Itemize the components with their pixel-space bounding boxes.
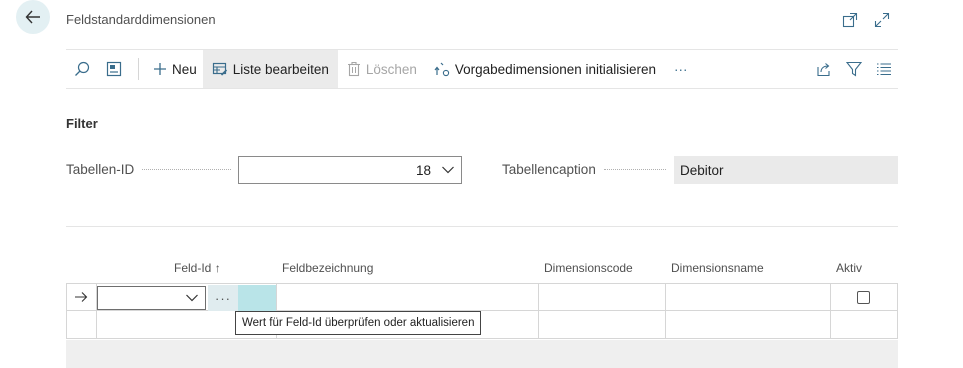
table-id-label-text: Tabellen-ID (66, 162, 135, 177)
filter-heading: Filter (66, 116, 98, 131)
new-button-label: Neu (172, 61, 197, 77)
initialize-icon (434, 62, 450, 77)
field-id-tooltip: Wert für Feld-Id überprüfen oder aktuali… (235, 311, 482, 335)
sort-ascending-icon: ↑ (214, 261, 221, 275)
field-id-select[interactable] (97, 286, 206, 310)
init-default-dimensions-button[interactable]: Vorgabedimensionen initialisieren (426, 50, 664, 88)
search-icon (75, 61, 90, 76)
more-actions-label: ··· (674, 61, 688, 77)
edit-list-icon (212, 62, 227, 76)
chevron-down-icon (186, 294, 198, 302)
row-arrow-icon (75, 292, 88, 302)
column-header-field-caption[interactable]: Feldbezeichnung (282, 261, 373, 275)
trash-icon (347, 61, 360, 77)
cell-border (66, 284, 67, 310)
search-button[interactable] (66, 50, 98, 88)
table-caption-label-text: Tabellencaption (502, 162, 596, 177)
column-header-field-id[interactable]: Feld-Id ↑ (174, 261, 221, 275)
back-button[interactable] (16, 0, 50, 34)
layout-button[interactable] (98, 50, 130, 88)
dimensions-grid: ··· (66, 283, 898, 339)
share-icon[interactable] (816, 61, 832, 77)
cell-border (276, 284, 277, 310)
cell-border (96, 311, 97, 338)
field-id-lookup-button[interactable]: ··· (208, 285, 238, 311)
action-bar: Neu Liste bearbeiten Löschen Vorgabedime… (66, 49, 898, 89)
grid-footer (66, 340, 898, 368)
delete-button[interactable]: Löschen (338, 50, 426, 88)
cell-border (538, 284, 539, 310)
dot-leader (142, 169, 231, 170)
cell-border (830, 311, 831, 338)
cell-border (538, 311, 539, 338)
table-id-select[interactable]: 18 (238, 156, 462, 184)
page-layout-icon (106, 61, 122, 77)
expand-icon[interactable] (873, 11, 891, 29)
column-header-field-id-label: Feld-Id (174, 261, 212, 275)
active-checkbox[interactable] (857, 291, 870, 304)
column-header-active[interactable]: Aktiv (836, 261, 862, 275)
cell-border (830, 284, 831, 310)
dot-leader (603, 169, 666, 170)
cell-border (665, 284, 666, 310)
plus-icon (154, 63, 166, 75)
edit-list-button[interactable]: Liste bearbeiten (202, 50, 338, 88)
table-row: ··· (66, 283, 898, 311)
column-header-dimension-name[interactable]: Dimensionsname (671, 261, 764, 275)
init-default-dimensions-label: Vorgabedimensionen initialisieren (454, 61, 657, 77)
cell-border (897, 284, 898, 310)
section-divider (66, 226, 898, 227)
list-view-icon[interactable] (876, 61, 892, 77)
table-row (66, 311, 898, 339)
arrow-left-icon (25, 10, 40, 24)
table-caption-label: Tabellencaption (502, 162, 666, 177)
more-actions-button[interactable]: ··· (664, 50, 698, 88)
open-in-new-window-icon[interactable] (841, 11, 859, 29)
page-title: Feldstandarddimensionen (66, 12, 216, 27)
edit-list-button-label: Liste bearbeiten (232, 61, 329, 77)
delete-button-label: Löschen (365, 61, 417, 77)
separator (138, 58, 139, 80)
filter-icon[interactable] (846, 61, 862, 77)
chevron-down-icon (442, 166, 454, 174)
table-id-value: 18 (415, 162, 431, 178)
cell-border (897, 311, 898, 338)
table-caption-value: Debitor (674, 156, 898, 184)
table-id-label: Tabellen-ID (66, 162, 231, 177)
selected-cell[interactable] (238, 285, 276, 311)
column-header-dimension-code[interactable]: Dimensionscode (544, 261, 633, 275)
cell-border (665, 311, 666, 338)
new-button[interactable]: Neu (147, 50, 203, 88)
cell-border (66, 311, 67, 338)
